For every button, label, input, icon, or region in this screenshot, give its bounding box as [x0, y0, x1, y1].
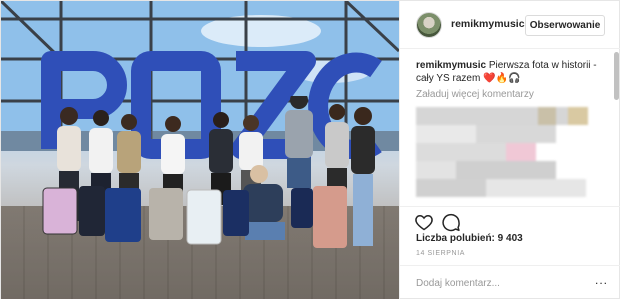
more-options-icon[interactable]: ...: [595, 273, 608, 287]
heart-icon[interactable]: [414, 212, 434, 232]
post-sidebar: remikmymusic Obserwowanie remikmymusic P…: [399, 1, 620, 299]
likes-count[interactable]: Liczba polubień: 9 403: [416, 233, 523, 244]
post-header: remikmymusic Obserwowanie: [400, 1, 620, 49]
post-actions: [400, 206, 620, 236]
add-comment-input[interactable]: [416, 276, 586, 290]
instagram-post: remikmymusic Obserwowanie remikmymusic P…: [0, 0, 620, 299]
load-more-comments[interactable]: Załaduj więcej komentarzy: [416, 89, 534, 100]
avatar[interactable]: [416, 12, 442, 38]
comments-area: remikmymusic Pierwsza fota w historii - …: [400, 49, 620, 206]
group-of-people: [42, 96, 375, 248]
scrollbar-thumb[interactable]: [614, 52, 619, 100]
caption: remikmymusic Pierwsza fota w historii - …: [416, 59, 606, 85]
caption-username[interactable]: remikmymusic: [416, 60, 486, 71]
follow-button[interactable]: Obserwowanie: [525, 15, 605, 36]
add-comment-bar: ...: [400, 265, 620, 299]
post-photo[interactable]: [1, 1, 399, 299]
post-date: 14 SIERPNIA: [416, 250, 466, 257]
header-username[interactable]: remikmymusic: [451, 18, 525, 30]
comment-icon[interactable]: [441, 212, 461, 232]
blurred-comments: [416, 107, 588, 206]
